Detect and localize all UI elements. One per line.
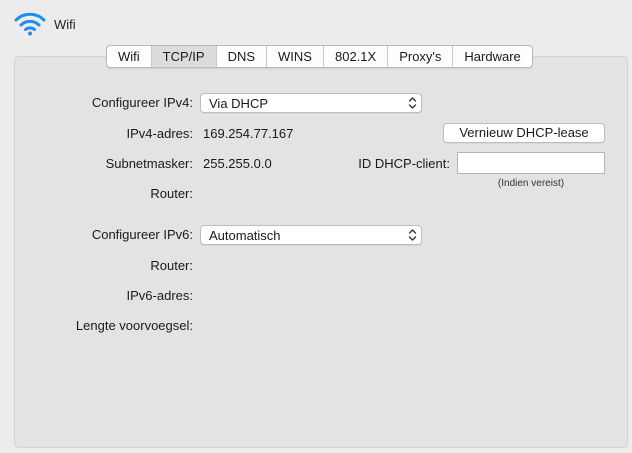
configure-ipv4-value: Via DHCP <box>209 96 269 111</box>
prefix-length-label: Lengte voorvoegsel: <box>75 318 193 333</box>
tab-8021x[interactable]: 802.1X <box>324 46 389 67</box>
subnet-mask-value: 255.255.0.0 <box>203 156 272 171</box>
updown-chevron-icon <box>408 97 417 109</box>
tab-wifi[interactable]: Wifi <box>107 46 152 67</box>
ipv4-router-label: Router: <box>150 186 193 201</box>
wifi-icon <box>14 12 46 36</box>
ipv6-router-label: Router: <box>150 258 193 273</box>
dhcp-client-id-hint: (Indien vereist) <box>497 178 565 189</box>
window-title: Wifi <box>54 16 76 32</box>
ipv4-address-value: 169.254.77.167 <box>203 126 294 141</box>
configure-ipv4-label: Configureer IPv4: <box>91 95 193 110</box>
tab-wins[interactable]: WINS <box>267 46 324 67</box>
tab-tcpip[interactable]: TCP/IP <box>151 46 217 67</box>
renew-dhcp-lease-button[interactable]: Vernieuw DHCP-lease <box>443 123 605 143</box>
configure-ipv4-select[interactable]: Via DHCP <box>200 93 422 113</box>
configure-ipv6-select[interactable]: Automatisch <box>200 225 422 245</box>
dhcp-client-id-label: ID DHCP-client: <box>358 156 450 171</box>
configure-ipv6-value: Automatisch <box>209 228 281 243</box>
window-header: Wifi <box>14 12 76 36</box>
tab-dns[interactable]: DNS <box>217 46 268 67</box>
tab-hardware[interactable]: Hardware <box>453 46 531 67</box>
tab-proxies[interactable]: Proxy's <box>388 46 454 67</box>
dhcp-client-id-field[interactable] <box>457 152 605 174</box>
subnet-mask-label: Subnetmasker: <box>105 156 193 171</box>
configure-ipv6-label: Configureer IPv6: <box>91 227 193 242</box>
tab-bar: Wifi TCP/IP DNS WINS 802.1X Proxy's Hard… <box>106 45 533 68</box>
tcpip-panel <box>14 56 628 448</box>
ipv4-address-label: IPv4-adres: <box>126 126 193 141</box>
ipv6-address-label: IPv6-adres: <box>126 288 193 303</box>
updown-chevron-icon <box>408 229 417 241</box>
